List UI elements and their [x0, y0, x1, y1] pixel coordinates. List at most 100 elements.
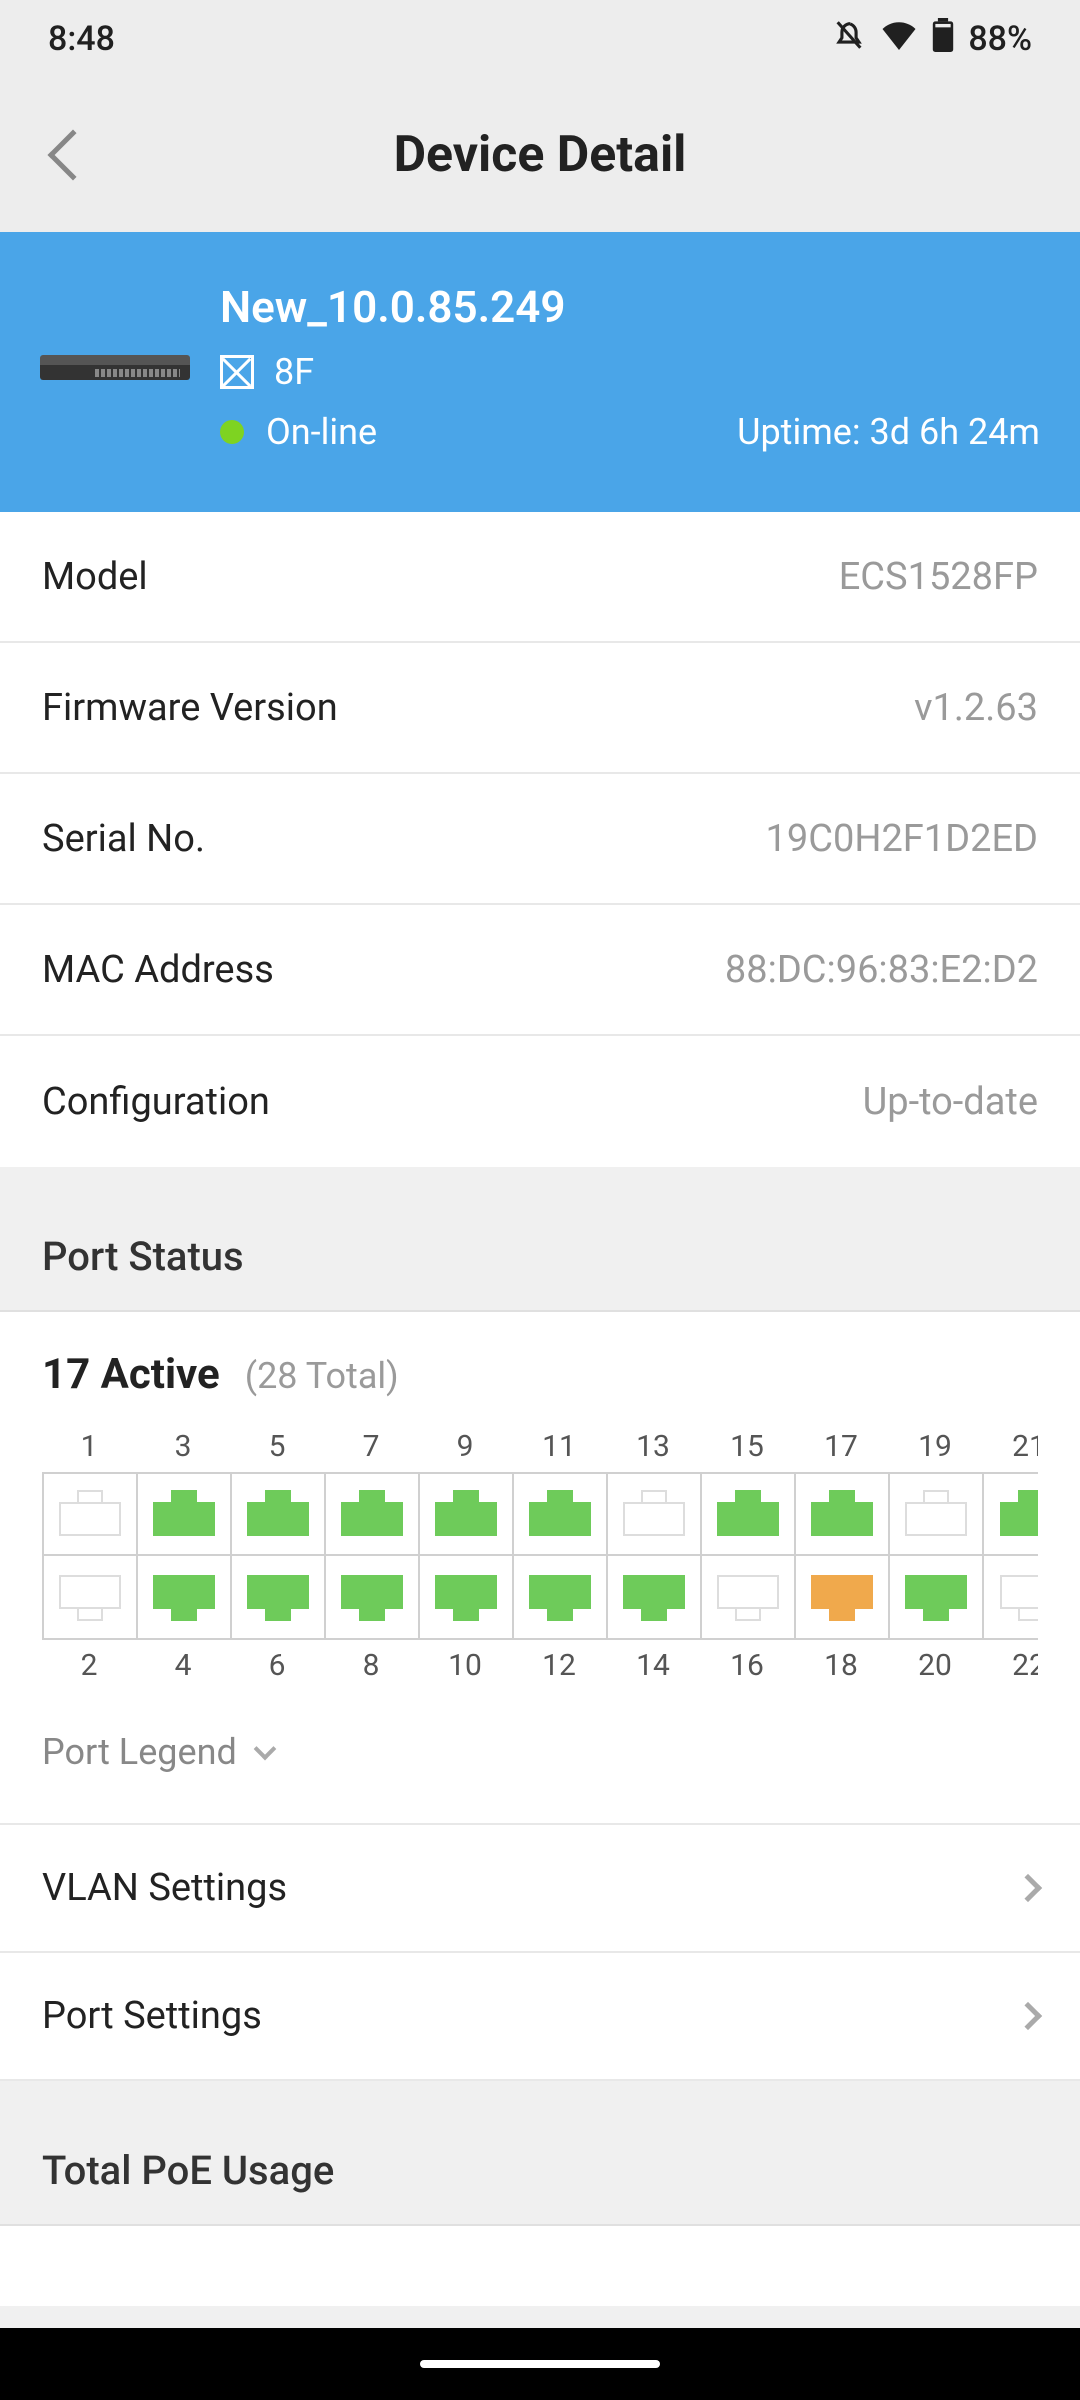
- status-time: 8:48: [48, 19, 115, 59]
- status-bar: 8:48 88%: [0, 0, 1080, 78]
- port-cell[interactable]: [232, 1474, 326, 1556]
- detail-value: Up-to-date: [863, 1080, 1038, 1124]
- port-legend-label: Port Legend: [42, 1731, 237, 1773]
- port-cell[interactable]: [608, 1474, 702, 1556]
- port-grid[interactable]: 13579111315171921 246810121416182022: [42, 1429, 1038, 1683]
- port-cell[interactable]: [514, 1556, 608, 1638]
- chevron-right-icon: [1014, 2002, 1042, 2030]
- port-cell[interactable]: [890, 1556, 984, 1638]
- ethernet-port-icon: [811, 1575, 873, 1619]
- port-cell[interactable]: [420, 1474, 514, 1556]
- app-header: Device Detail: [0, 78, 1080, 232]
- detail-value: ECS1528FP: [839, 555, 1038, 599]
- ethernet-port-icon: [247, 1492, 309, 1536]
- detail-value: 88:DC:96:83:E2:D2: [725, 948, 1038, 992]
- port-label-top: 13: [606, 1429, 700, 1464]
- ethernet-port-icon: [341, 1492, 403, 1536]
- page-title: Device Detail: [40, 126, 1040, 184]
- section-header-poe: Total PoE Usage: [0, 2081, 1080, 2226]
- port-cell[interactable]: [420, 1556, 514, 1638]
- port-label-top: 17: [794, 1429, 888, 1464]
- mute-icon: [832, 18, 866, 61]
- chevron-right-icon: [1014, 1874, 1042, 1902]
- status-right-group: 88%: [832, 18, 1032, 61]
- ethernet-port-icon: [623, 1492, 685, 1536]
- detail-row-firmware: Firmware Version v1.2.63: [0, 643, 1080, 774]
- port-label-bottom: 8: [324, 1648, 418, 1683]
- detail-row-mac: MAC Address 88:DC:96:83:E2:D2: [0, 905, 1080, 1036]
- port-cell[interactable]: [232, 1556, 326, 1638]
- port-cell[interactable]: [702, 1556, 796, 1638]
- device-location-row: 8F: [220, 351, 1040, 393]
- port-label-bottom: 20: [888, 1648, 982, 1683]
- port-label-bottom: 4: [136, 1648, 230, 1683]
- ethernet-port-icon: [435, 1575, 497, 1619]
- port-label-bottom: 14: [606, 1648, 700, 1683]
- detail-label: Model: [42, 555, 148, 599]
- ethernet-port-icon: [1000, 1575, 1038, 1619]
- battery-pct: 88%: [968, 19, 1032, 59]
- device-banner: New_10.0.85.249 8F On-line Uptime: 3d 6h…: [0, 232, 1080, 512]
- nav-port-settings[interactable]: Port Settings: [0, 1953, 1080, 2081]
- port-cell[interactable]: [984, 1556, 1038, 1638]
- system-nav-bar[interactable]: [0, 2328, 1080, 2400]
- wifi-icon: [880, 19, 918, 59]
- nav-vlan-settings[interactable]: VLAN Settings: [0, 1825, 1080, 1953]
- ethernet-port-icon: [905, 1575, 967, 1619]
- port-label-bottom: 12: [512, 1648, 606, 1683]
- port-label-top: 21: [982, 1429, 1038, 1464]
- port-label-top: 5: [230, 1429, 324, 1464]
- port-status-block: 17 Active (28 Total) 13579111315171921 2…: [0, 1312, 1080, 1823]
- port-label-top: 11: [512, 1429, 606, 1464]
- device-status: On-line: [220, 411, 377, 453]
- port-label-top: 3: [136, 1429, 230, 1464]
- ethernet-port-icon: [529, 1575, 591, 1619]
- settings-nav-list: VLAN Settings Port Settings: [0, 1823, 1080, 2081]
- port-label-bottom: 6: [230, 1648, 324, 1683]
- port-cell[interactable]: [796, 1556, 890, 1638]
- detail-value: 19C0H2F1D2ED: [766, 817, 1038, 861]
- port-count-row: 17 Active (28 Total): [42, 1350, 1038, 1399]
- topology-icon: [220, 355, 254, 389]
- port-cell[interactable]: [44, 1474, 138, 1556]
- ethernet-port-icon: [623, 1575, 685, 1619]
- detail-row-serial: Serial No. 19C0H2F1D2ED: [0, 774, 1080, 905]
- battery-icon: [932, 18, 954, 61]
- port-cell[interactable]: [608, 1556, 702, 1638]
- detail-row-config: Configuration Up-to-date: [0, 1036, 1080, 1167]
- port-cell[interactable]: [796, 1474, 890, 1556]
- port-cell[interactable]: [44, 1556, 138, 1638]
- detail-row-model: Model ECS1528FP: [0, 512, 1080, 643]
- port-cell[interactable]: [326, 1556, 420, 1638]
- port-cell[interactable]: [702, 1474, 796, 1556]
- ethernet-port-icon: [153, 1575, 215, 1619]
- ethernet-port-icon: [905, 1492, 967, 1536]
- port-cell[interactable]: [890, 1474, 984, 1556]
- port-active-count: 17 Active: [42, 1350, 220, 1399]
- status-dot-icon: [220, 420, 244, 444]
- ethernet-port-icon: [153, 1492, 215, 1536]
- port-cell[interactable]: [514, 1474, 608, 1556]
- port-label-bottom: 10: [418, 1648, 512, 1683]
- nav-label: Port Settings: [42, 1994, 262, 2038]
- ethernet-port-icon: [529, 1492, 591, 1536]
- port-cell[interactable]: [984, 1474, 1038, 1556]
- port-label-bottom: 18: [794, 1648, 888, 1683]
- detail-label: Configuration: [42, 1080, 270, 1124]
- ethernet-port-icon: [717, 1492, 779, 1536]
- port-total-count: (28 Total): [245, 1355, 399, 1397]
- port-cell[interactable]: [138, 1474, 232, 1556]
- ethernet-port-icon: [59, 1575, 121, 1619]
- port-label-bottom: 16: [700, 1648, 794, 1683]
- port-legend-toggle[interactable]: Port Legend: [42, 1683, 1038, 1793]
- device-details-list: Model ECS1528FP Firmware Version v1.2.63…: [0, 512, 1080, 1167]
- port-cell[interactable]: [138, 1556, 232, 1638]
- ethernet-port-icon: [59, 1492, 121, 1536]
- detail-label: Firmware Version: [42, 686, 338, 730]
- port-cell[interactable]: [326, 1474, 420, 1556]
- port-label-top: 9: [418, 1429, 512, 1464]
- home-pill-icon: [420, 2360, 660, 2368]
- ethernet-port-icon: [341, 1575, 403, 1619]
- chevron-down-icon: [253, 1738, 276, 1761]
- ethernet-port-icon: [247, 1575, 309, 1619]
